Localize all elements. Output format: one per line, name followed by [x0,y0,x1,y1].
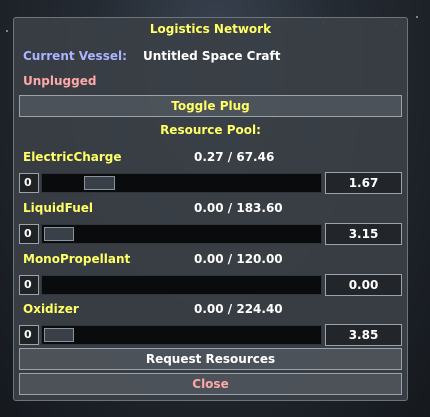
star [416,16,418,18]
resource-name-oxidizer: Oxidizer [23,302,79,316]
resource-name-electriccharge: ElectricCharge [23,150,122,164]
resource-name-liquidfuel: LiquidFuel [23,201,93,215]
resource-min-liquidfuel: 0 [19,224,39,244]
resource-amount-oxidizer: 0.00 / 224.40 [194,302,283,316]
resource-pool-header: Resource Pool: [160,123,261,137]
plug-status: Unplugged [23,74,97,88]
resource-amount-electriccharge: 0.27 / 67.46 [194,150,275,164]
resource-amount-monopropellant: 0.00 / 120.00 [194,252,283,266]
resource-value-oxidizer[interactable]: 3.85 [325,324,402,346]
close-button[interactable]: Close [19,373,402,395]
resource-slider-electriccharge[interactable] [41,173,322,193]
request-resources-button[interactable]: Request Resources [19,348,402,370]
resource-value-electriccharge[interactable]: 1.67 [325,172,402,194]
resource-value-monopropellant[interactable]: 0.00 [325,274,402,296]
resource-value-liquidfuel[interactable]: 3.15 [325,223,402,245]
current-vessel-label: Current Vessel: [23,49,127,63]
slider-thumb[interactable] [44,227,74,241]
logistics-window: Logistics Network Current Vessel: Untitl… [13,17,408,401]
resource-slider-oxidizer[interactable] [41,325,322,345]
slider-thumb[interactable] [44,328,74,342]
toggle-plug-button[interactable]: Toggle Plug [19,95,402,117]
resource-amount-liquidfuel: 0.00 / 183.60 [194,201,283,215]
resource-min-electriccharge: 0 [19,173,39,193]
resource-min-monopropellant: 0 [19,275,39,295]
resource-slider-liquidfuel[interactable] [41,224,322,244]
resource-min-oxidizer: 0 [19,325,39,345]
resource-name-monopropellant: MonoPropellant [23,252,131,266]
window-title: Logistics Network [149,22,272,36]
current-vessel-name: Untitled Space Craft [143,49,281,63]
slider-thumb[interactable] [84,176,115,190]
star [6,30,8,32]
resource-slider-monopropellant[interactable] [41,275,322,295]
